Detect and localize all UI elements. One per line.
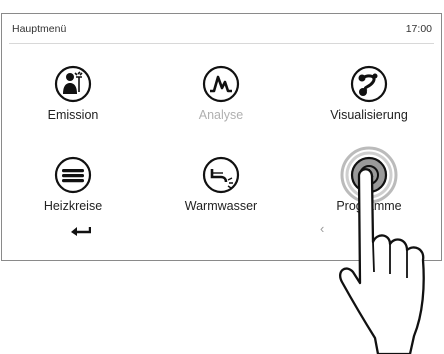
visualisierung-icon (350, 65, 388, 103)
warmwasser-label: Warmwasser (184, 199, 258, 213)
heizkreise-label: Heizkreise (43, 199, 103, 213)
warmwasser-tile[interactable]: Warmwasser (156, 155, 286, 213)
analyse-label: Analyse (198, 108, 244, 122)
visualisierung-tile[interactable]: Visualisierung (304, 64, 434, 122)
emission-label: Emission (47, 108, 99, 122)
header-divider (9, 43, 434, 44)
chevron-left-icon[interactable]: ‹ (320, 221, 324, 236)
page-title: Hauptmenü (12, 23, 67, 35)
analyse-tile: Analyse (156, 64, 286, 122)
visualisierung-label: Visualisierung (330, 108, 408, 122)
clock: 17:00 (405, 23, 432, 35)
heizkreise-icon (54, 156, 92, 194)
pointing-hand-icon (339, 168, 425, 354)
emission-icon (54, 65, 92, 103)
warmwasser-icon (202, 156, 240, 194)
analyse-icon (202, 65, 240, 103)
back-arrow-icon[interactable] (69, 223, 91, 237)
emission-tile[interactable]: Emission (8, 64, 138, 122)
heizkreise-tile[interactable]: Heizkreise (8, 155, 138, 213)
